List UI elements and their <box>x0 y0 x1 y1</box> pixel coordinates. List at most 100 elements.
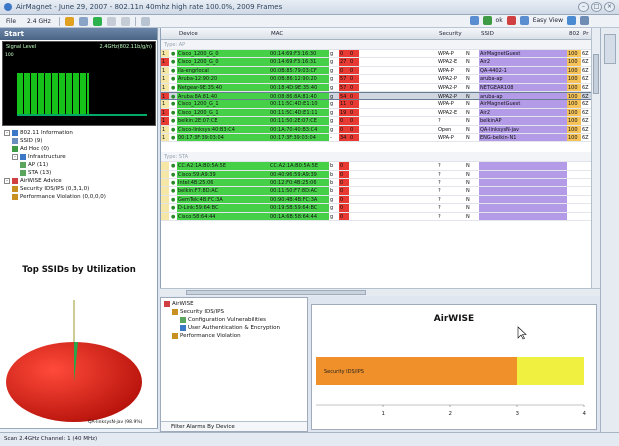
extra-cell: 6Z <box>582 109 589 116</box>
view-icon[interactable] <box>140 16 150 26</box>
tree-node[interactable]: - AirWISE Advice <box>4 177 154 185</box>
tree-node[interactable]: Security IDS/IPS (0,3,1,0) <box>4 185 154 193</box>
tree-node[interactable]: - 802.11 Information <box>4 129 154 137</box>
stop-icon[interactable] <box>120 16 130 26</box>
ok-icon[interactable] <box>482 16 492 25</box>
app-icon <box>4 3 12 11</box>
security-cell: WPA-P <box>438 51 454 57</box>
col-header-ssid[interactable]: SSID <box>481 31 494 37</box>
alarm-tree-node[interactable]: Configuration Vulnerabilities <box>164 316 304 324</box>
col-header-security[interactable]: Security <box>439 31 462 37</box>
tree-node[interactable]: STA (13) <box>4 169 154 177</box>
sta-row[interactable]: ● belkin:F7:8D:AC 00:11:50:F7:8D:AC b 0? N <box>161 187 600 196</box>
extra-cell: 6Z <box>582 118 589 125</box>
ap-row[interactable]: 1 ● Cisco_1200_G_1 00:11:5C:4D:E1:11 g 19 0 WPA… <box>161 108 600 118</box>
pause-icon[interactable] <box>106 16 116 26</box>
file-menu[interactable]: File <box>3 17 19 26</box>
col-header-mac[interactable]: MAC <box>271 31 283 37</box>
filter-icon[interactable] <box>78 16 88 26</box>
tree-node[interactable]: - Infrastructure <box>4 153 154 161</box>
easy-view-icon[interactable] <box>519 16 529 25</box>
col-header-device[interactable]: Device <box>179 31 198 37</box>
tree-node[interactable]: AP (11) <box>4 161 154 169</box>
flag-cell: N <box>466 205 470 212</box>
alarm-count-cell <box>161 170 169 179</box>
alarm-node-icon <box>172 309 178 315</box>
alarm-tree-node[interactable]: AirWISE <box>164 300 304 308</box>
play-icon[interactable] <box>92 16 102 26</box>
grid-horizontal-scrollbar[interactable] <box>160 288 600 296</box>
grid-hscroll-thumb[interactable] <box>186 290 366 295</box>
grid-vertical-scrollbar[interactable] <box>591 28 600 288</box>
spacer-cell <box>379 109 437 116</box>
sta-row[interactable]: ● Cisco:59:A9:39 00:40:96:59:A9:39 b 0? N <box>161 170 600 180</box>
channel-icon[interactable] <box>64 16 74 26</box>
alarm-count-cell: 1 <box>161 100 169 108</box>
sta-row[interactable]: ● GemTek:4B:FC:3A 00:90:4B:4B:FC:3A g 0? N <box>161 195 600 205</box>
ap-row[interactable]: 1 ● Cisco_1200_G_0 00:14:69:F3:16:30 g 0 0 WPA-… <box>161 50 600 59</box>
help-icon[interactable] <box>580 16 589 25</box>
ap-row[interactable]: 1 ● Cisco_1200_G_1 00:11:5C:4D:E1:10 g 11 0 WPA… <box>161 100 600 109</box>
sta-row[interactable]: ● D-Link:59:64:BC 00:19:5B:59:64:BC g 0? N <box>161 204 600 213</box>
ok-label[interactable]: ok <box>496 17 503 24</box>
alarm-tree-node[interactable]: Performance Violation <box>164 332 304 340</box>
ap-row[interactable]: 1 ● Aruba-12:90:20 00:0B:86:12:90:20 g 57 0 WPA… <box>161 75 600 84</box>
section-ap[interactable]: Type: AP <box>161 40 600 50</box>
minimize-button[interactable]: – <box>578 2 589 12</box>
airwise-tick-label: 4 <box>583 411 587 417</box>
tree-expander[interactable]: - <box>4 130 10 136</box>
section-sta[interactable]: Type: STA <box>161 152 600 163</box>
ap-row[interactable]: 1 ● Aruba:8A:81:40 00:08:86:8A:81:40 g 54 0 WPA… <box>161 91 600 101</box>
ap-row[interactable]: 1 ● Cisco-linksys:40:B3:C4 00:1A:70:40:B3:C… <box>161 125 600 134</box>
find-icon[interactable] <box>469 16 479 25</box>
value-cell: 0 <box>349 50 359 58</box>
tree-node-icon <box>12 130 18 136</box>
flag-cell: N <box>466 59 470 66</box>
alert-icon[interactable] <box>506 16 516 25</box>
dock-tab[interactable] <box>604 34 616 64</box>
col-header-pr[interactable]: Pr <box>583 31 588 37</box>
tree-expander[interactable]: - <box>4 178 10 184</box>
filter-alarms-checkbox[interactable]: Filter Alarms By Device <box>161 421 307 431</box>
device-dot-cell: ● <box>171 188 176 195</box>
mac-cell: 00:11:50:2E:07:CE <box>269 117 329 125</box>
alarm-node-icon <box>164 301 170 307</box>
device-name-cell: belkin:F7:8D:AC <box>177 187 269 195</box>
sta-row[interactable]: ● CC:A2:1A:B0:5A:5E CC:A2:1A:B0:5A:5E b 0? N <box>161 162 600 171</box>
ap-row[interactable]: 1 ● belkin:2E:07:CE 00:11:50:2E:07:CE g 0 0? Nb… <box>161 117 600 126</box>
alarm-tree-node[interactable]: User Authentication & Encryption <box>164 324 304 332</box>
start-header[interactable]: Start <box>0 28 157 40</box>
ap-row[interactable]: 1 ● Cisco_1200_G_0 00:14:69:F3:16:31 g 27 0 WPA… <box>161 58 600 67</box>
alarm-count-cell: 1 <box>161 75 169 83</box>
sta-row[interactable]: ● Cisco:58:64:44 00:1A:6B:58:64:44 g 0? N <box>161 212 600 222</box>
media-cell: g <box>330 109 334 116</box>
alarm-count-cell: 1 <box>161 133 169 142</box>
tree-node[interactable]: Performance Violation (0,0,0,0) <box>4 193 154 201</box>
sta-row[interactable]: ● Intel:4B:25:06 00:12:F0:4B:25:06 b 0? N <box>161 179 600 188</box>
ap-row[interactable]: 1 ● 00:17:3F:39:03:04 00:17:3F:39:03:04-34 0… <box>161 133 600 143</box>
media-cell: g <box>330 59 334 66</box>
grid-scroll-thumb[interactable] <box>593 54 599 94</box>
ssid-cell <box>479 179 567 187</box>
tree-expander[interactable]: - <box>12 154 18 160</box>
spacer-cell <box>379 84 437 91</box>
ap-row[interactable]: 1 ● Netgear-9E:35:40 00:18:4D:9E:35:40 g 57 0 W… <box>161 83 600 92</box>
ap-row[interactable]: 1 ● ila-engrlocal 00:0B:85:79:03:CF g 0 0 WPA-P… <box>161 66 600 76</box>
spacer-cell <box>359 67 379 74</box>
close-button[interactable]: × <box>604 2 615 12</box>
left-panel: Start Signal Level 2.4GHz(802.11b/g/n) 1… <box>0 28 158 446</box>
tree-node[interactable]: Ad Hoc (0) <box>4 145 154 153</box>
band-selector[interactable]: 2.4 GHz <box>24 17 54 26</box>
col-header-802[interactable]: 802 <box>569 31 580 37</box>
tree-node[interactable]: SSID (9) <box>4 137 154 145</box>
report-icon[interactable] <box>567 16 576 25</box>
maximize-button[interactable]: □ <box>591 2 602 12</box>
toolbar-separator <box>58 16 60 26</box>
media-cell: g <box>330 101 334 108</box>
alarm-tree-node[interactable]: Security IDS/IPS <box>164 308 304 316</box>
security-cell: Open <box>438 126 452 133</box>
spacer-cell <box>359 93 379 99</box>
flag-cell: N <box>466 101 470 108</box>
ssid-cell <box>479 187 567 195</box>
easy-view-button[interactable]: Easy View <box>533 17 563 24</box>
